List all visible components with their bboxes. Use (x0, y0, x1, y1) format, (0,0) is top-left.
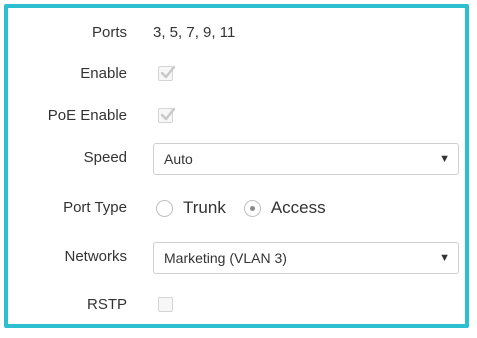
poe-enable-row: PoE Enable (0, 101, 477, 131)
access-radio[interactable] (243, 199, 261, 217)
poe-enable-label: PoE Enable (47, 107, 127, 124)
access-radio-label: Access (270, 198, 326, 217)
ports-value: 3, 5, 7, 9, 11 (153, 24, 236, 41)
port-type-radio-group: Trunk Access (156, 193, 344, 223)
speed-row: Speed Auto ▼ (0, 143, 477, 175)
port-type-access-option[interactable]: Access (243, 198, 326, 218)
screenshot-frame: Ports 3, 5, 7, 9, 11 Enable PoE Enable S… (0, 0, 477, 338)
networks-select[interactable]: Marketing (VLAN 3) ▼ (153, 242, 459, 274)
checkmark-icon (160, 107, 176, 121)
port-type-label: Port Type (63, 199, 127, 216)
ports-label: Ports (91, 24, 127, 41)
networks-row: Networks Marketing (VLAN 3) ▼ (0, 242, 477, 274)
speed-label: Speed (83, 149, 127, 166)
enable-row: Enable (0, 59, 477, 89)
enable-checkbox[interactable] (158, 65, 176, 81)
enable-label: Enable (80, 65, 127, 82)
speed-selected-value: Auto (164, 151, 193, 167)
trunk-radio[interactable] (156, 199, 173, 217)
rstp-checkbox[interactable] (158, 297, 173, 312)
rstp-label: RSTP (86, 296, 127, 313)
networks-label: Networks (64, 248, 127, 265)
speed-select[interactable]: Auto ▼ (153, 143, 459, 175)
networks-selected-value: Marketing (VLAN 3) (164, 250, 287, 266)
rstp-row: RSTP (0, 290, 477, 320)
port-type-row: Port Type Trunk Access (0, 193, 477, 223)
poe-enable-checkbox[interactable] (158, 107, 176, 123)
ports-row: Ports 3, 5, 7, 9, 11 (0, 18, 477, 48)
chevron-down-icon: ▼ (439, 252, 450, 264)
chevron-down-icon: ▼ (439, 153, 450, 165)
trunk-radio-label: Trunk (183, 198, 226, 217)
port-type-trunk-option[interactable]: Trunk (156, 198, 226, 218)
checkmark-icon (160, 65, 176, 79)
